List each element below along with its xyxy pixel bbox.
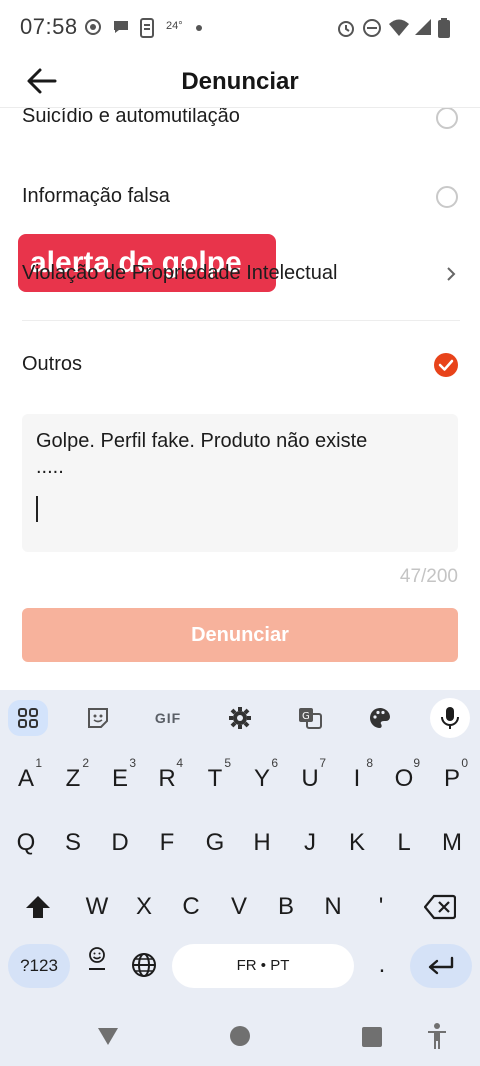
signal-icon [415,19,431,35]
backspace-icon [423,894,457,920]
chat-bubble-icon [114,21,128,33]
key-a[interactable]: A1 [4,754,48,804]
key-u[interactable]: U7 [288,754,332,804]
key-i[interactable]: I8 [335,754,379,804]
checkmark-icon[interactable] [434,353,458,377]
symbols-key[interactable]: ?123 [8,944,70,988]
key-t[interactable]: T5 [193,754,237,804]
key-f[interactable]: F [145,818,189,868]
nav-home-icon[interactable] [228,1024,252,1048]
accessibility-icon[interactable] [425,1022,449,1050]
chevron-right-icon [447,267,456,281]
status-bar: 07:58 24° [0,0,480,56]
top-app-bar: Denunciar [0,56,480,108]
notification-dot [196,25,202,31]
alarm-icon [338,21,354,37]
enter-key[interactable] [410,944,472,988]
key-p[interactable]: P0 [430,754,474,804]
gif-button[interactable]: GIF [148,700,188,736]
globe-key[interactable] [122,940,166,990]
enter-arrow-icon [428,956,454,975]
system-navigation-bar [0,1010,480,1066]
emoji-icon [89,947,105,970]
key-s[interactable]: S [51,818,95,868]
key-g[interactable]: G [193,818,237,868]
key-k[interactable]: K [335,818,379,868]
key-y[interactable]: Y6 [240,754,284,804]
details-text-line1: Golpe. Perfil fake. Produto não existe [36,430,368,452]
key-e[interactable]: E3 [98,754,142,804]
page-title: Denunciar [181,68,299,95]
option-label: Outros [22,353,83,375]
phone-icon [140,18,154,38]
wifi-icon [389,19,409,36]
divider [22,320,460,321]
key-d[interactable]: D [98,818,142,868]
battery-icon [438,18,450,38]
details-text-line2: ..... [36,456,64,478]
keyboard-toolbar: GIF G [0,690,480,746]
target-icon [85,19,101,35]
key-apostrophe[interactable]: ' [359,882,403,932]
key-j[interactable]: J [288,818,332,868]
key-o[interactable]: O9 [382,754,426,804]
key-c[interactable]: C [169,882,213,932]
temperature: 24° [166,20,183,32]
space-bar[interactable]: FR • PT [172,944,354,988]
svg-text:G: G [302,711,310,722]
key-h[interactable]: H [240,818,284,868]
sticker-icon[interactable] [78,700,118,736]
apps-grid-icon[interactable] [8,700,48,736]
option-label: Suicídio e automutilação [22,108,240,127]
emoji-key[interactable] [76,938,118,988]
do-not-disturb-icon [363,19,381,37]
key-l[interactable]: L [382,818,426,868]
radio-button[interactable] [436,186,458,208]
nav-recents-icon[interactable] [361,1026,383,1048]
character-counter: 47/200 [399,566,458,587]
text-cursor [36,496,38,522]
key-v[interactable]: V [217,882,261,932]
globe-icon [132,953,156,977]
details-textarea[interactable]: Golpe. Perfil fake. Produto não existe .… [22,414,458,552]
key-x[interactable]: X [122,882,166,932]
report-form: Suicídio e automutilação alerta de golpe… [0,108,480,690]
key-w[interactable]: W [75,882,119,932]
key-r[interactable]: R4 [145,754,189,804]
key-b[interactable]: B [264,882,308,932]
key-z[interactable]: Z2 [51,754,95,804]
option-label: Violação de Propriedade Intelectual [22,262,338,284]
status-time: 07:58 [20,14,78,39]
key-q[interactable]: Q [4,818,48,868]
palette-icon[interactable] [360,700,400,736]
settings-gear-icon[interactable] [220,700,260,736]
shift-key[interactable] [16,882,60,932]
backspace-key[interactable] [418,882,462,932]
translate-icon[interactable]: G [290,700,330,736]
nav-back-triangle-icon[interactable] [96,1025,120,1047]
key-m[interactable]: M [430,818,474,868]
shift-arrow-icon [26,896,50,918]
submit-report-button[interactable]: Denunciar [22,608,458,662]
key-period[interactable]: . [360,940,404,990]
key-n[interactable]: N [311,882,355,932]
microphone-icon[interactable] [430,698,470,738]
radio-button[interactable] [436,108,458,129]
option-label: Informação falsa [22,185,170,207]
